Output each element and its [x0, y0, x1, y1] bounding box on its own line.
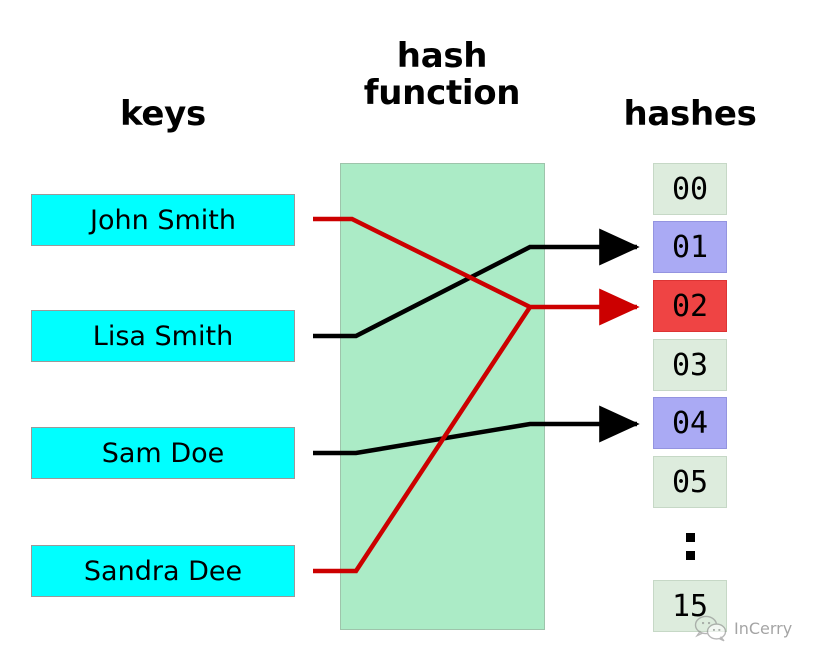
bucket-label: 01: [671, 229, 709, 265]
hash-table-diagram: keys hash function hashes John Smith Lis…: [0, 0, 832, 664]
hash-bucket-04[interactable]: 04: [653, 397, 727, 449]
wire-sam-doe-to-04: [313, 405, 640, 456]
wire-lisa-smith-to-01: [313, 228, 640, 339]
wechat-icon: [694, 615, 727, 642]
wire-john-smith-to-02: [313, 216, 640, 326]
watermark: InCerry: [694, 614, 792, 642]
bucket-ellipsis: [653, 524, 727, 568]
ellipsis-dot: [685, 550, 695, 560]
bucket-label: 00: [671, 171, 709, 207]
hash-bucket-01[interactable]: 01: [653, 221, 727, 273]
hash-bucket-02[interactable]: 02: [653, 280, 727, 332]
hash-bucket-00[interactable]: 00: [653, 163, 727, 215]
ellipsis-dot: [685, 532, 695, 542]
bucket-label: 03: [671, 347, 709, 383]
hash-bucket-05[interactable]: 05: [653, 456, 727, 508]
watermark-label: InCerry: [734, 618, 793, 638]
bucket-label: 04: [671, 405, 709, 441]
hash-bucket-03[interactable]: 03: [653, 339, 727, 391]
bucket-label: 02: [671, 288, 709, 324]
wire-sandra-dee-to-02: [313, 305, 532, 574]
bucket-label: 05: [671, 464, 709, 500]
